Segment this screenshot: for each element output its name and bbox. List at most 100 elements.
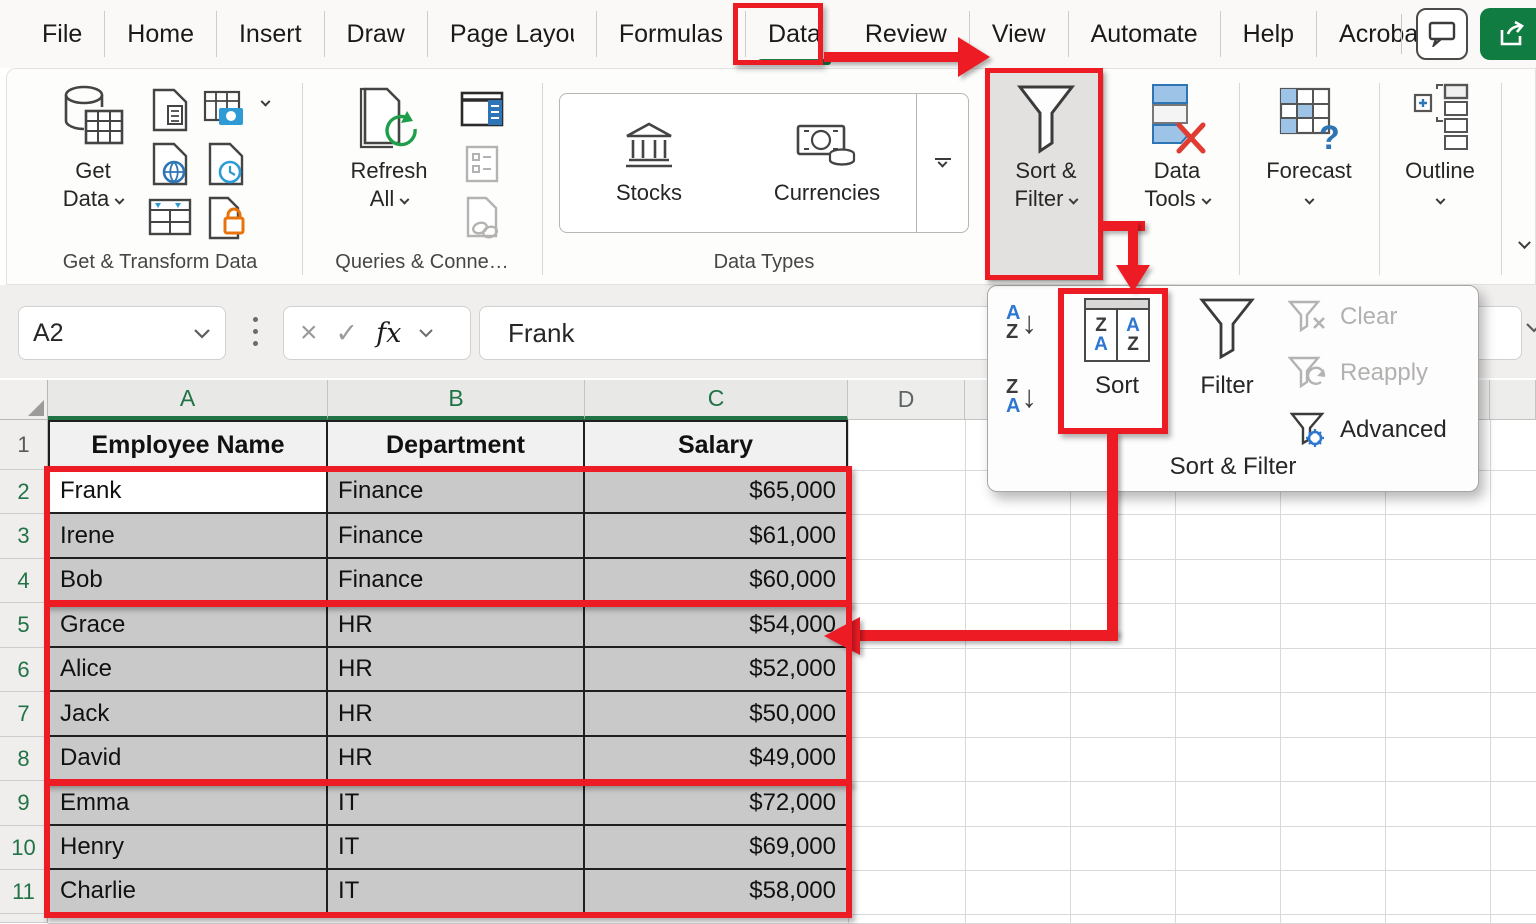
annotation-box-it-group: [44, 780, 852, 918]
group-label-data-types: Data Types: [559, 251, 969, 274]
fx-toolbar: × ✓ fx: [283, 306, 471, 360]
formula-bar-drag-dots[interactable]: [253, 317, 258, 346]
existing-connections-button[interactable]: [203, 195, 249, 241]
row-header-9[interactable]: 9: [0, 781, 48, 826]
data-tools-label-1: Data: [1154, 158, 1200, 183]
menu-tab-label: View: [992, 20, 1046, 49]
row-header-3[interactable]: 3: [0, 514, 48, 559]
filter-button[interactable]: [1198, 296, 1256, 362]
row-header-7[interactable]: 7: [0, 692, 48, 737]
name-box-chevron-icon[interactable]: [193, 328, 211, 339]
advanced-filter-button[interactable]: Advanced: [1288, 412, 1447, 448]
filter-button-label[interactable]: Filter: [1192, 372, 1262, 400]
row-header-6[interactable]: 6: [0, 648, 48, 692]
clear-filter-icon: [1288, 300, 1328, 334]
outline-icon: [1409, 81, 1471, 157]
column-header-c[interactable]: C: [585, 380, 848, 420]
get-data-button[interactable]: Get Data: [45, 83, 141, 213]
gridline: [1490, 420, 1491, 923]
gridline: [1175, 420, 1176, 923]
from-table-range-button[interactable]: [147, 195, 193, 241]
currencies-icon: [796, 120, 858, 172]
menu-tab-formulas[interactable]: Formulas: [597, 11, 746, 57]
stocks-data-type[interactable]: Stocks: [560, 94, 738, 232]
data-tools-button[interactable]: Data Tools: [1127, 81, 1227, 213]
sort-z-to-a-button[interactable]: ZA ↓: [1006, 378, 1037, 416]
annotation-box-hr-group: [44, 601, 852, 785]
from-web-button[interactable]: [147, 141, 193, 187]
header-cell-department[interactable]: Department: [328, 420, 585, 470]
column-header-d[interactable]: D: [848, 380, 965, 420]
menu-tab-insert[interactable]: Insert: [217, 11, 325, 57]
row-header-2[interactable]: 2: [0, 470, 48, 514]
menu-tab-file[interactable]: File: [20, 11, 105, 57]
currencies-data-type[interactable]: Currencies: [738, 94, 916, 232]
menu-tab-home[interactable]: Home: [105, 11, 217, 57]
column-header[interactable]: [1490, 380, 1536, 420]
refresh-all-button[interactable]: Refresh All: [329, 83, 449, 213]
row-header-8[interactable]: 8: [0, 737, 48, 781]
menu-tab-review[interactable]: Review: [843, 11, 970, 57]
row-header-5[interactable]: 5: [0, 603, 48, 648]
menu-tab-automate[interactable]: Automate: [1069, 11, 1221, 57]
row-header-1[interactable]: 1: [0, 420, 48, 470]
annotation-box-data-tab: [733, 3, 823, 65]
row-header-4[interactable]: 4: [0, 559, 48, 603]
menu-tab-help[interactable]: Help: [1221, 11, 1317, 57]
gallery-more-button[interactable]: [916, 94, 968, 232]
data-tools-label-2: Tools: [1144, 186, 1195, 211]
menu-tab-label: Home: [127, 20, 194, 49]
comment-icon: [1428, 21, 1456, 47]
row-header-11[interactable]: 11: [0, 870, 48, 914]
expand-formula-bar-chevron-icon[interactable]: [1526, 323, 1536, 333]
refresh-all-label-2: All: [370, 186, 394, 211]
edit-links-button-disabled: [459, 195, 505, 241]
name-box-value: A2: [33, 319, 64, 348]
menu-tab-label: Insert: [239, 20, 302, 49]
recent-sources-button[interactable]: [203, 141, 249, 187]
column-header-b[interactable]: B: [328, 380, 585, 420]
svg-text:?: ?: [1319, 119, 1340, 157]
reapply-button-disabled: Reapply: [1288, 356, 1428, 390]
arrow-down-icon: ↓: [1021, 379, 1037, 415]
from-picture-chevron-icon[interactable]: [261, 97, 271, 107]
queries-connections-pane-button[interactable]: [459, 87, 505, 133]
chevron-down-icon: [1435, 195, 1445, 205]
row-header-10[interactable]: 10: [0, 826, 48, 870]
menu-tab-page-layout[interactable]: Page Layout: [428, 11, 597, 57]
menu-tab-label: Review: [865, 20, 947, 49]
share-button[interactable]: [1480, 8, 1536, 60]
reapply-filter-icon: [1288, 356, 1328, 390]
header-cell-employee-name[interactable]: Employee Name: [48, 420, 328, 470]
chevron-down-icon: [115, 195, 125, 205]
forecast-label: Forecast: [1266, 158, 1352, 183]
data-tools-icon: [1147, 81, 1207, 157]
chevron-down-icon: [1201, 195, 1211, 205]
forecast-button[interactable]: ? Forecast: [1257, 81, 1361, 213]
select-all-corner[interactable]: [0, 380, 48, 420]
menu-tab-draw[interactable]: Draw: [325, 11, 428, 57]
menu-tab-strip: FileHomeInsertDrawPage LayoutFormulasDat…: [0, 0, 1447, 68]
cancel-entry-icon[interactable]: ×: [300, 316, 318, 350]
outline-button[interactable]: Outline: [1392, 81, 1488, 213]
sort-a-to-z-button[interactable]: AZ ↓: [1006, 304, 1037, 342]
menu-tab-label: Draw: [347, 20, 405, 49]
select-all-triangle-icon: [28, 400, 44, 416]
insert-function-icon[interactable]: fx: [376, 318, 401, 349]
clear-button-disabled: Clear: [1288, 300, 1397, 334]
header-cell-salary[interactable]: Salary: [585, 420, 848, 470]
row-header[interactable]: [0, 914, 48, 923]
confirm-entry-icon[interactable]: ✓: [336, 318, 359, 349]
collapse-ribbon-chevron-icon[interactable]: [1518, 236, 1531, 249]
comments-button[interactable]: [1416, 8, 1468, 60]
column-header-a[interactable]: A: [48, 380, 328, 420]
advanced-filter-icon: [1288, 412, 1328, 448]
stocks-bank-icon: [621, 120, 677, 172]
reapply-label: Reapply: [1340, 359, 1428, 387]
name-box[interactable]: A2: [18, 306, 226, 360]
currencies-label: Currencies: [774, 180, 880, 206]
get-data-label-2: Data: [63, 186, 109, 211]
from-picture-button[interactable]: [203, 87, 249, 133]
from-text-csv-button[interactable]: [147, 87, 193, 133]
fx-chevron-icon[interactable]: [419, 329, 433, 338]
